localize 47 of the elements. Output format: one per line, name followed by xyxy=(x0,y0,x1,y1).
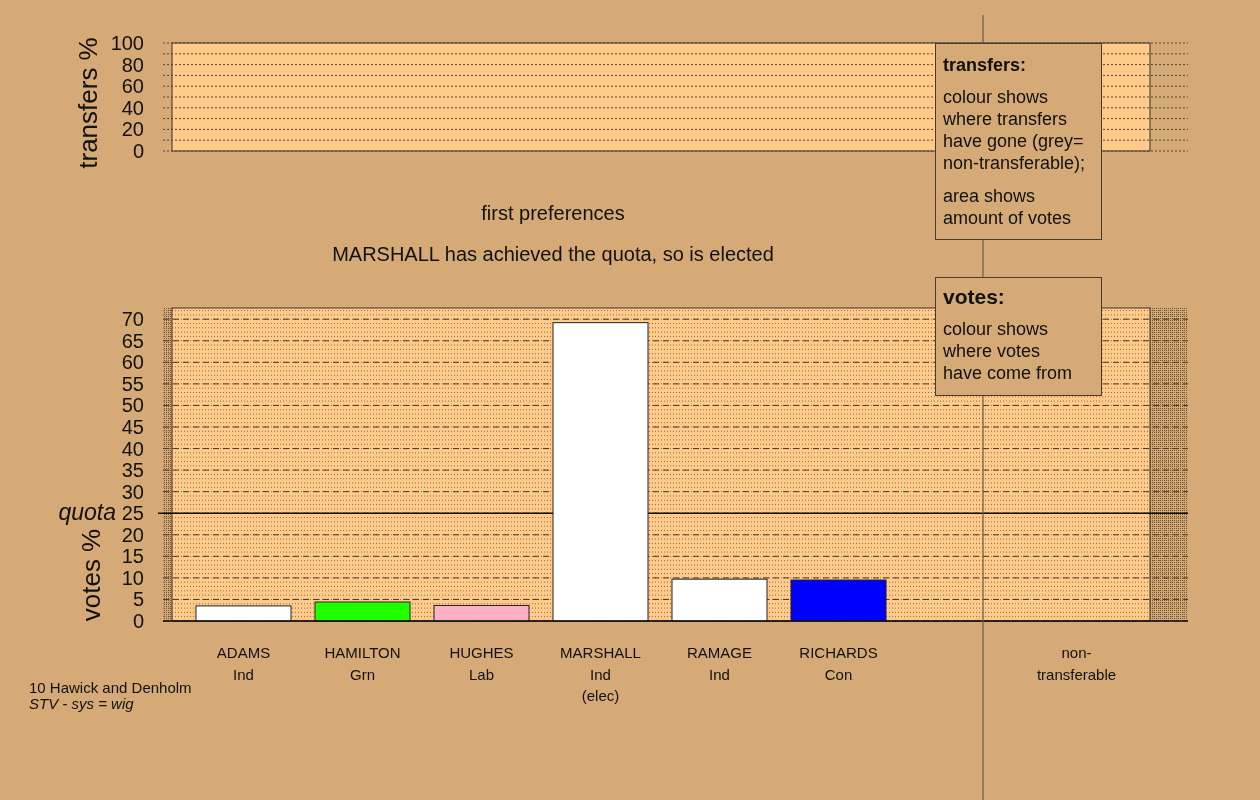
axis-tick-label: 20 xyxy=(121,118,144,141)
axis-tick-label: 60 xyxy=(121,351,144,374)
party-label: Grn xyxy=(349,665,376,685)
axis-tick-label: 45 xyxy=(121,416,144,438)
category-label: RAMAGE xyxy=(686,643,753,663)
axis-title: transfers % xyxy=(73,37,103,169)
axis-tick-label: 70 xyxy=(121,308,144,331)
axis-tick-label: 65 xyxy=(121,329,144,352)
axis-title: votes % xyxy=(76,528,106,622)
party-label: Ind xyxy=(589,665,612,685)
party-label: Ind xyxy=(708,665,731,685)
axis-tick-label: 30 xyxy=(121,480,144,503)
axis-tick-label: 80 xyxy=(121,53,144,76)
category-label: RICHARDS xyxy=(798,643,879,663)
axis-tick-label: 60 xyxy=(121,75,144,98)
legend-text: colour shows where transfers have gone (grey= non-transferable); xyxy=(943,86,1087,174)
axis-tick-label: 0 xyxy=(132,610,144,632)
party-label: Lab xyxy=(468,665,495,685)
elected-note: (elec) xyxy=(580,686,621,706)
axis-tick-label: 55 xyxy=(121,372,144,395)
axis-tick-label: 35 xyxy=(121,459,144,482)
legend-title: transfers: xyxy=(943,54,1028,76)
party-label: Con xyxy=(823,665,854,685)
axis-tick-label: 50 xyxy=(121,394,144,417)
party-label: Ind xyxy=(232,665,255,685)
axis-tick-label: 15 xyxy=(121,545,144,568)
axis-tick-label: 20 xyxy=(121,523,144,546)
category-label: HUGHES xyxy=(448,643,515,663)
category-label: MARSHALL xyxy=(559,643,642,663)
legend-text: colour shows where votes have come from xyxy=(943,318,1074,384)
status-message: MARSHALL has achieved the quota, so is elected xyxy=(332,243,774,265)
legend-text: area shows amount of votes xyxy=(943,185,1073,229)
axis-tick-label: 5 xyxy=(132,588,144,611)
category-label: HAMILTON xyxy=(323,643,402,663)
category-label: ADAMS xyxy=(215,643,272,663)
axis-tick-label: 40 xyxy=(121,437,144,460)
quota-label: quota xyxy=(58,499,116,526)
axis-tick-label: 10 xyxy=(121,566,144,589)
system-label: STV - sys = wig xyxy=(29,696,135,712)
category-label: non-transferable xyxy=(1035,643,1118,685)
stage-title: first preferences xyxy=(481,202,625,224)
axis-tick-label: 0 xyxy=(132,140,144,162)
constituency-label: 10 Hawick and Denholm xyxy=(29,680,192,696)
axis-tick-label: 100 xyxy=(110,32,144,54)
legend-title: votes: xyxy=(943,284,1006,309)
axis-tick-label: 40 xyxy=(121,96,144,119)
axis-tick-label: 25 xyxy=(121,502,144,525)
